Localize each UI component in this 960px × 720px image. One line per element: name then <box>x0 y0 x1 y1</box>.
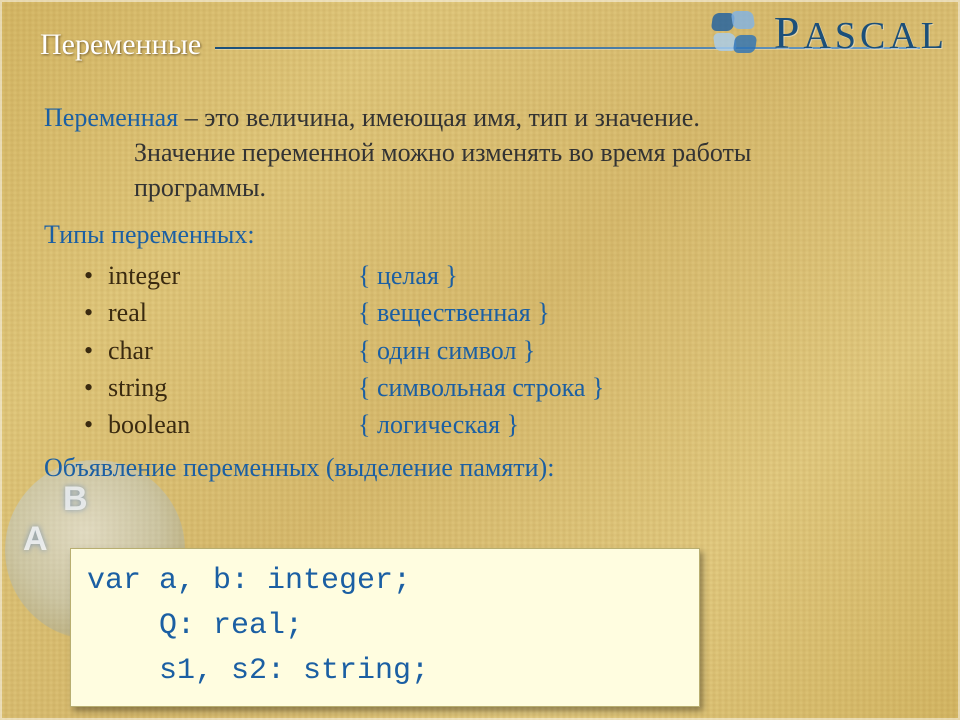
code-line: var a, b: integer; <box>87 564 411 598</box>
types-list: • integer { целая } • real { вещественна… <box>84 258 916 441</box>
bullet-icon: • <box>84 295 108 330</box>
content: Переменная – это величина, имеющая имя, … <box>44 100 916 491</box>
definition-line3: программы. <box>134 170 916 205</box>
pascal-logo-icon <box>708 9 764 57</box>
code-block: var a, b: integer; Q: real; s1, s2: stri… <box>70 548 700 707</box>
type-comment: { вещественная } <box>358 295 550 330</box>
definition-line2: Значение переменной можно изменять во вр… <box>134 135 916 170</box>
type-comment: { один символ } <box>358 333 535 368</box>
bullet-icon: • <box>84 333 108 368</box>
type-comment: { логическая } <box>358 407 519 442</box>
type-name: integer <box>108 258 358 293</box>
slide-title: Переменные <box>40 28 201 62</box>
definition-term: Переменная <box>44 103 178 132</box>
brand-text: PASCAL <box>774 6 948 59</box>
list-item: • char { один символ } <box>84 333 916 368</box>
code-line: Q: real; <box>87 609 303 643</box>
definition-line1: это величина, имеющая имя, тип и значени… <box>204 103 700 132</box>
type-name: string <box>108 370 358 405</box>
type-comment: { целая } <box>358 258 458 293</box>
code-line: s1, s2: string; <box>87 654 429 688</box>
bullet-icon: • <box>84 258 108 293</box>
bullet-icon: • <box>84 407 108 442</box>
brand-logo: PASCAL <box>708 6 948 59</box>
bullet-icon: • <box>84 370 108 405</box>
type-name: char <box>108 333 358 368</box>
declaration-heading: Объявление переменных (выделение памяти)… <box>44 450 916 485</box>
type-name: boolean <box>108 407 358 442</box>
type-name: real <box>108 295 358 330</box>
definition-dash: – <box>178 103 204 132</box>
list-item: • string { символьная строка } <box>84 370 916 405</box>
list-item: • integer { целая } <box>84 258 916 293</box>
type-comment: { символьная строка } <box>358 370 604 405</box>
list-item: • real { вещественная } <box>84 295 916 330</box>
definition-block: Переменная – это величина, имеющая имя, … <box>44 100 916 205</box>
types-heading: Типы переменных: <box>44 217 916 252</box>
list-item: • boolean { логическая } <box>84 407 916 442</box>
